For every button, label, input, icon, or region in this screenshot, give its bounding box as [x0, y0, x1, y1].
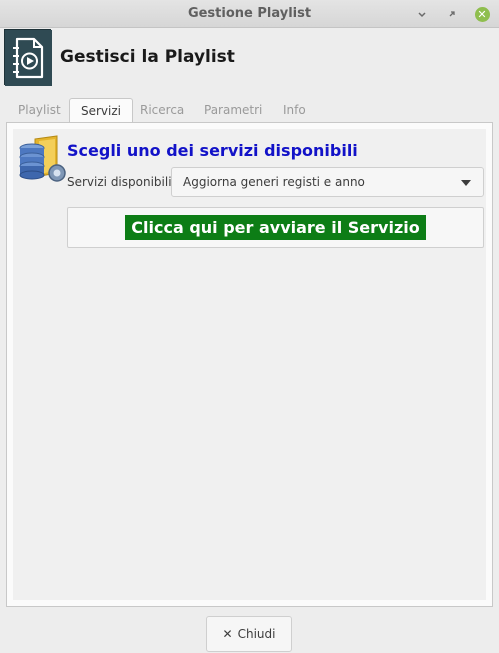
- maximize-icon: [449, 11, 455, 17]
- close-icon: ✕: [474, 6, 490, 22]
- minimize-icon: [418, 12, 426, 18]
- start-service-label: Clicca qui per avviare il Servizio: [125, 215, 426, 240]
- close-dialog-button[interactable]: ✕ Chiudi: [206, 616, 292, 652]
- page-title: Gestisci la Playlist: [60, 47, 235, 67]
- playlist-video-icon: [4, 29, 52, 86]
- window-close-button[interactable]: ✕: [474, 6, 490, 22]
- tab-panel-servizi: Scegli uno dei servizi disponibili Servi…: [6, 122, 493, 607]
- maximize-button[interactable]: [444, 6, 460, 22]
- services-select-label: Servizi disponibili:: [67, 175, 176, 189]
- chevron-down-icon: [461, 180, 471, 186]
- services-heading: Scegli uno dei servizi disponibili: [67, 141, 358, 160]
- window-titlebar: Gestione Playlist ✕: [0, 0, 499, 28]
- tab-info[interactable]: Info: [283, 98, 306, 122]
- start-service-button[interactable]: Clicca qui per avviare il Servizio: [67, 207, 484, 248]
- tab-playlist[interactable]: Playlist: [18, 98, 61, 122]
- database-service-icon: [19, 135, 69, 185]
- tab-parametri[interactable]: Parametri: [204, 98, 262, 122]
- tab-servizi[interactable]: Servizi: [69, 98, 134, 123]
- close-icon: ✕: [222, 627, 233, 641]
- minimize-button[interactable]: [414, 6, 430, 22]
- services-area: Scegli uno dei servizi disponibili Servi…: [13, 129, 486, 600]
- tab-ricerca[interactable]: Ricerca: [140, 98, 184, 122]
- services-select-value: Aggiorna generi registi e anno: [183, 175, 365, 189]
- services-select[interactable]: Aggiorna generi registi e anno: [171, 167, 484, 197]
- close-dialog-label: Chiudi: [237, 627, 276, 641]
